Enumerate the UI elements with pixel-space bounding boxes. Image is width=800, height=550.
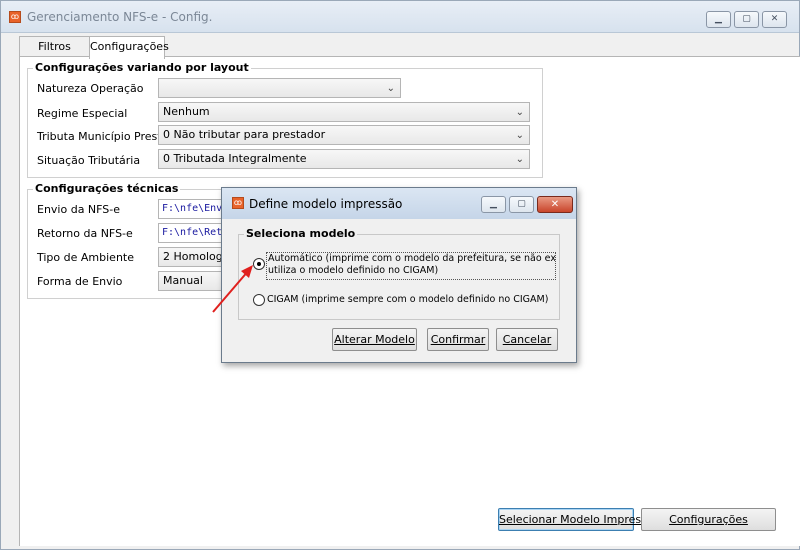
auto-option-line2: utiliza o modelo definido no CIGAM) [268, 265, 439, 276]
configurations-label: Configurações [669, 513, 748, 526]
confirm-label: Confirmar [430, 333, 486, 346]
chevron-down-icon: ⌄ [515, 154, 524, 165]
dialog-title: Define modelo impressão [249, 197, 403, 211]
regime-select[interactable]: Nenhum ⌄ [158, 102, 530, 122]
cancel-button[interactable]: Cancelar [496, 328, 558, 351]
situacao-label: Situação Tributária [37, 154, 141, 167]
minimize-icon: ▁ [490, 199, 497, 209]
tributa-select[interactable]: 0 Não tributar para prestador ⌄ [158, 125, 530, 145]
configurations-button[interactable]: Configurações [641, 508, 776, 531]
cancel-label: Cancelar [502, 333, 552, 346]
confirm-button[interactable]: Confirmar [427, 328, 489, 351]
tab-label: Configurações [90, 40, 169, 53]
minimize-button[interactable]: ▁ [706, 11, 731, 28]
situacao-value: 0 Tributada Integralmente [163, 152, 307, 165]
dialog-close-button[interactable]: ✕ [537, 196, 573, 213]
regime-value: Nenhum [163, 105, 210, 118]
maximize-icon: ▢ [517, 199, 526, 209]
close-icon: ✕ [770, 14, 779, 24]
dialog-minimize-button[interactable]: ▁ [481, 196, 506, 213]
chevron-down-icon: ⌄ [515, 130, 524, 141]
forma-envio-value: Manual [163, 274, 203, 287]
annotation-arrow [212, 265, 253, 313]
print-model-dialog: ꝏ Define modelo impressão ▁ ▢ ✕ Selecion… [221, 187, 577, 363]
tab-filtros[interactable]: Filtros [19, 36, 90, 57]
natureza-select[interactable]: ⌄ [158, 78, 401, 98]
maximize-button[interactable]: ▢ [734, 11, 759, 28]
tab-label: Filtros [38, 40, 71, 53]
auto-option-label[interactable]: Automático (imprime com o modelo da pref… [266, 252, 556, 280]
alter-model-button[interactable]: Alterar Modelo [332, 328, 417, 351]
alter-model-label: Alterar Modelo [334, 333, 415, 346]
tributa-value: 0 Não tributar para prestador [163, 128, 326, 141]
app-logo-icon: ꝏ [232, 197, 244, 209]
close-button[interactable]: ✕ [762, 11, 787, 28]
ambiente-label: Tipo de Ambiente [37, 251, 134, 264]
select-model-group-title: Seleciona modelo [244, 227, 358, 240]
minimize-icon: ▁ [715, 14, 722, 24]
envio-label: Envio da NFS-e [37, 203, 121, 216]
chevron-down-icon: ⌄ [386, 83, 395, 94]
forma-envio-label: Forma de Envio [37, 275, 123, 288]
tech-group-title: Configurações técnicas [33, 182, 181, 195]
arrow-shaft [212, 269, 250, 313]
layout-group-title: Configurações variando por layout [33, 61, 251, 74]
maximize-icon: ▢ [742, 14, 751, 24]
retorno-label: Retorno da NFS-e [37, 227, 133, 240]
select-model-button[interactable]: Selecionar Modelo Impressão [498, 508, 660, 531]
chevron-down-icon: ⌄ [515, 107, 524, 118]
window-title: Gerenciamento NFS-e - Config. [27, 10, 213, 24]
select-model-label: Selecionar Modelo Impressão [499, 513, 661, 526]
tab-configuracoes[interactable]: Configurações [89, 36, 169, 59]
app-logo-icon: ꝏ [9, 11, 21, 23]
cigam-option-label[interactable]: CIGAM (imprime sempre com o modelo defin… [267, 294, 548, 305]
close-icon: ✕ [550, 199, 560, 210]
title-bar: ꝏ Gerenciamento NFS-e - Config. ▁ ▢ ✕ [1, 1, 799, 33]
auto-option-line1: Automático (imprime com o modelo da pref… [268, 253, 556, 264]
dialog-maximize-button[interactable]: ▢ [509, 196, 534, 213]
situacao-select[interactable]: 0 Tributada Integralmente ⌄ [158, 149, 530, 169]
dialog-title-bar: ꝏ Define modelo impressão ▁ ▢ ✕ [222, 188, 576, 219]
regime-label: Regime Especial [37, 107, 128, 120]
natureza-label: Natureza Operação [37, 82, 144, 95]
